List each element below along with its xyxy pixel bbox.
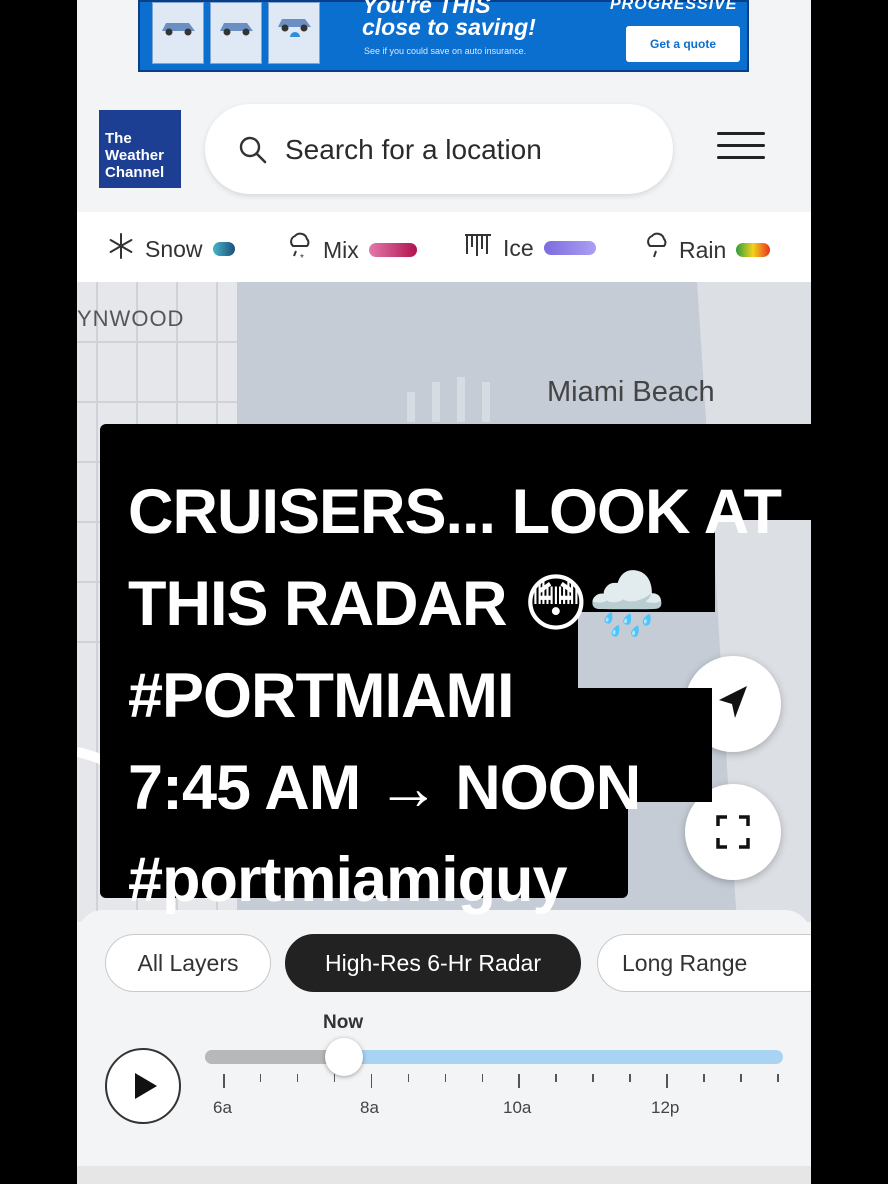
legend-label: Ice <box>503 234 534 261</box>
minor-tick <box>592 1074 594 1082</box>
minor-tick <box>259 1074 262 1082</box>
map-label-wynwood: YNWOOD <box>77 306 185 331</box>
ice-icon <box>463 232 493 264</box>
legend-rain: Rain <box>645 232 771 268</box>
major-tick <box>370 1074 373 1088</box>
minor-tick <box>703 1074 705 1082</box>
snowflake-icon <box>107 232 135 266</box>
minor-tick <box>555 1074 557 1082</box>
mix-swatch <box>368 243 417 257</box>
minor-tick <box>407 1074 410 1082</box>
ice-swatch <box>543 241 596 255</box>
weather-channel-logo[interactable]: The Weather Channel <box>99 110 181 188</box>
rain-swatch <box>736 243 771 257</box>
tick-label: 12p <box>651 1098 680 1117</box>
timeline-past <box>205 1050 344 1064</box>
major-tick <box>518 1074 520 1088</box>
ad-brand-logo: PROGRESSIVE <box>610 0 738 13</box>
play-button[interactable] <box>105 1048 181 1124</box>
minor-tick <box>444 1074 447 1082</box>
major-tick <box>666 1074 668 1088</box>
ad-banner-area: You're THIS close to saving! See if you … <box>77 0 811 86</box>
snow-swatch <box>212 242 235 256</box>
ad-subtext: See if you could save on auto insurance. <box>364 46 527 56</box>
legend-label: Rain <box>679 236 727 263</box>
major-tick <box>223 1074 225 1088</box>
mix-icon: * <box>287 232 313 268</box>
map-label-miami-beach: Miami Beach <box>547 376 715 408</box>
tick-label: 6a <box>213 1098 232 1117</box>
timeline-thumb[interactable] <box>324 1038 363 1076</box>
car-icon <box>152 2 204 64</box>
minor-tick <box>629 1074 631 1082</box>
legend-snow: Snow <box>107 232 235 266</box>
layers-panel: All Layers High-Res 6-Hr Radar Long Rang… <box>77 910 811 1184</box>
car-icon <box>268 2 320 64</box>
minor-tick <box>481 1074 484 1082</box>
minor-tick <box>777 1074 779 1082</box>
ad-cars-graphic <box>152 2 332 66</box>
search-input[interactable]: Search for a location <box>285 134 542 166</box>
hamburger-menu-icon[interactable] <box>717 132 765 164</box>
legend-label: Snow <box>145 235 203 262</box>
timeline-track[interactable] <box>205 1050 783 1064</box>
minor-tick <box>296 1074 299 1082</box>
chip-long-range[interactable]: Long Range <box>597 934 811 992</box>
legend-label: Mix <box>323 236 359 263</box>
legend-mix: * Mix <box>287 232 417 268</box>
chip-all-layers[interactable]: All Layers <box>105 934 271 992</box>
search-icon <box>239 136 267 164</box>
bottom-strip <box>77 1166 811 1184</box>
now-label: Now <box>323 1012 364 1033</box>
video-caption: CRUISERS... LOOK AT THIS RADAR 😳🌧️ #PORT… <box>128 477 782 915</box>
search-bar[interactable]: Search for a location <box>205 104 673 194</box>
minor-tick <box>333 1074 336 1082</box>
app-header: The Weather Channel Search for a locatio… <box>77 86 811 212</box>
svg-text:*: * <box>300 253 304 262</box>
rain-icon <box>645 232 669 268</box>
play-icon <box>135 1073 157 1099</box>
ad-banner[interactable]: You're THIS close to saving! See if you … <box>138 0 749 72</box>
car-icon <box>210 2 262 64</box>
tick-label: 8a <box>360 1098 379 1117</box>
chip-high-res-radar[interactable]: High-Res 6-Hr Radar <box>285 934 581 992</box>
minor-tick <box>740 1074 742 1082</box>
ad-headline: You're THIS close to saving! <box>362 0 536 40</box>
legend-ice: Ice <box>463 232 596 264</box>
get-quote-button[interactable]: Get a quote <box>626 26 740 62</box>
precip-legend: Snow * Mix Ice Rain <box>77 212 811 283</box>
tick-label: 10a <box>503 1098 532 1117</box>
